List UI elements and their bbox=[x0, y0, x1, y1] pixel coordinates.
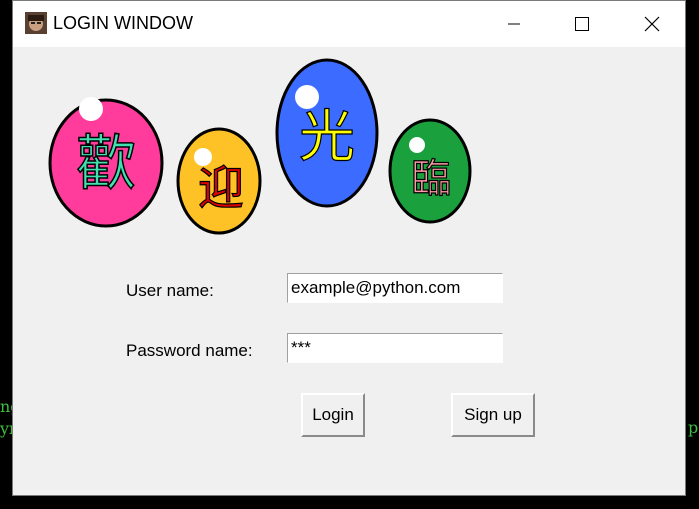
password-label: Password name: bbox=[126, 341, 253, 360]
maximize-icon bbox=[575, 17, 589, 31]
banner-char: 光 bbox=[299, 105, 355, 170]
username-label: User name: bbox=[126, 281, 214, 300]
background-terminal-text-right: p bbox=[688, 418, 699, 437]
close-button[interactable] bbox=[629, 1, 675, 47]
banner-bubble-1: 歡 bbox=[48, 97, 164, 228]
title-bar[interactable]: LOGIN WINDOW bbox=[13, 1, 685, 47]
maximize-button[interactable] bbox=[559, 1, 605, 47]
app-icon bbox=[25, 12, 47, 34]
banner-char: 歡 bbox=[76, 129, 136, 199]
banner-bubble-2: 迎 bbox=[176, 127, 262, 235]
banner-bubble-4: 臨 bbox=[388, 118, 472, 224]
minimize-button[interactable] bbox=[491, 1, 537, 47]
banner-char: 臨 bbox=[411, 156, 451, 202]
welcome-banner: 歡 迎 光 臨 bbox=[48, 58, 472, 235]
banner-bubble-3: 光 bbox=[275, 58, 379, 208]
banner-char: 迎 bbox=[198, 161, 244, 215]
login-button[interactable]: Login bbox=[301, 393, 365, 437]
minimize-icon bbox=[508, 23, 520, 25]
close-icon bbox=[644, 16, 660, 32]
sign-up-button[interactable]: Sign up bbox=[451, 393, 535, 437]
login-window: LOGIN WINDOW 歡 迎 光 臨 User name: example@… bbox=[12, 0, 686, 496]
username-field[interactable] bbox=[287, 273, 503, 303]
password-field[interactable] bbox=[287, 333, 503, 363]
window-title: LOGIN WINDOW bbox=[53, 13, 193, 33]
